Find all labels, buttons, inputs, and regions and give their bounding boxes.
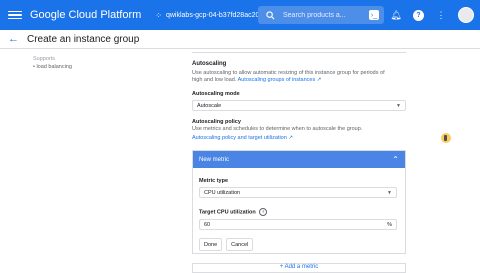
new-metric-header[interactable]: New metric ⌃: [193, 151, 405, 168]
policy-link-text[interactable]: Autoscaling policy and target utilizatio…: [192, 135, 287, 141]
product-title[interactable]: Google Cloud Platform: [30, 9, 141, 21]
autoscaling-policy-link[interactable]: Autoscaling policy and target utilizatio…: [192, 135, 406, 141]
external-link-icon: ↗: [316, 77, 322, 83]
page-header: ← Create an instance group: [0, 30, 480, 49]
add-metric-button[interactable]: + Add a metric: [192, 263, 406, 273]
more-vert-icon[interactable]: ⋮: [434, 8, 448, 22]
done-button[interactable]: Done: [199, 238, 223, 251]
autoscaling-groups-link[interactable]: Autoscaling groups of instances: [238, 77, 316, 83]
cancel-button[interactable]: Cancel: [226, 238, 254, 251]
help-icon[interactable]: ?: [413, 9, 424, 21]
dropdown-arrow-icon: ▼: [387, 189, 392, 196]
cloud-shell-icon[interactable]: ›_: [369, 10, 379, 20]
description-text: high and low load.: [192, 77, 237, 83]
search-box[interactable]: [258, 6, 384, 24]
autoscaling-mode-label: Autoscaling mode: [192, 91, 240, 97]
target-cpu-label-text: Target CPU utilization: [199, 209, 256, 216]
target-cpu-label: Target CPU utilization ?: [199, 208, 399, 216]
back-arrow-icon[interactable]: ←: [8, 33, 19, 45]
target-cpu-value[interactable]: 60: [204, 222, 210, 228]
help-icon[interactable]: ?: [259, 208, 268, 216]
metric-type-value: CPU utilization: [204, 189, 241, 196]
project-name: qwiklabs-gcp-04-b37fd28ac208: [165, 11, 264, 19]
autoscaling-policy-description: Use metrics and schedules to determine w…: [192, 126, 363, 132]
new-metric-title: New metric: [199, 156, 230, 163]
autoscaling-policy-label: Autoscaling policy: [192, 119, 241, 125]
divider: [192, 52, 406, 53]
metric-type-select[interactable]: CPU utilization ▼: [199, 187, 397, 198]
project-selector[interactable]: ⁘ qwiklabs-gcp-04-b37fd28ac208 ▼: [155, 11, 272, 20]
metric-type-label: Metric type: [199, 178, 229, 184]
new-metric-card: New metric ⌃ Metric type CPU utilization…: [192, 150, 406, 254]
search-input[interactable]: [281, 10, 375, 20]
chevron-up-icon[interactable]: ⌃: [392, 155, 399, 164]
avatar[interactable]: [458, 7, 474, 23]
description-text: Use autoscaling to allow automatic resiz…: [192, 70, 385, 76]
dropdown-arrow-icon: ▼: [396, 102, 401, 109]
top-app-bar: Google Cloud Platform ⁘ qwiklabs-gcp-04-…: [0, 0, 480, 30]
menu-icon[interactable]: [8, 10, 22, 20]
page-title: Create an instance group: [27, 33, 140, 45]
autoscaling-title: Autoscaling: [192, 61, 227, 67]
note-line: • load balancing: [33, 64, 72, 70]
autoscaling-section: Autoscaling Use autoscaling to allow aut…: [192, 52, 406, 141]
notifications-icon[interactable]: 🔔︎: [389, 8, 403, 22]
search-icon: [266, 10, 275, 19]
percent-suffix: %: [387, 221, 392, 228]
project-icon: ⁘: [155, 10, 162, 20]
left-notes: Supports • load balancing: [33, 55, 72, 71]
autoscaling-mode-select[interactable]: Autoscale ▼: [192, 100, 406, 111]
external-link-icon: ↗: [288, 135, 293, 141]
autoscaling-description: Use autoscaling to allow automatic resiz…: [192, 70, 406, 84]
note-line: Supports: [33, 56, 56, 62]
autoscaling-mode-value: Autoscale: [197, 102, 222, 109]
target-cpu-input[interactable]: 60 %: [199, 219, 397, 230]
mouse-cursor: [441, 133, 451, 143]
